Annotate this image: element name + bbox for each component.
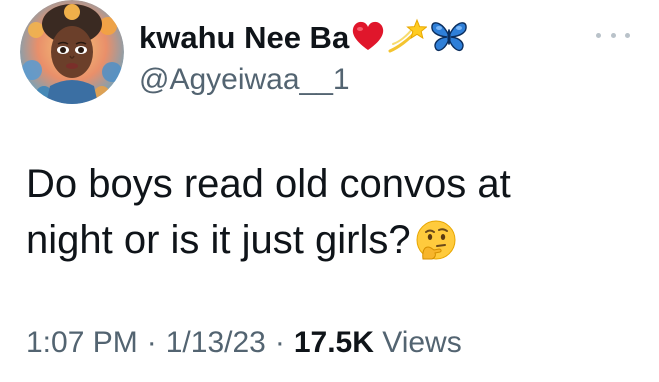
- more-options-icon-dot: [625, 32, 630, 38]
- display-name[interactable]: kwahu Nee Ba: [139, 16, 349, 60]
- tweet-text: Do boys read old convos at night or is i…: [26, 156, 626, 276]
- meta-separator: ·: [146, 326, 157, 359]
- views-count[interactable]: 17.5K: [294, 326, 374, 359]
- tweet-meta: 1:07 PM · 1/13/23 · 17.5K Views: [26, 323, 462, 363]
- more-options-button[interactable]: [596, 26, 630, 44]
- heart-emoji: [351, 20, 385, 57]
- tweet-date[interactable]: 1/13/23: [166, 326, 266, 359]
- tweet-time[interactable]: 1:07 PM: [26, 326, 138, 359]
- tweet-text-line-2: night or is it just girls?: [26, 218, 411, 262]
- user-handle[interactable]: @Agyeiwaa__1: [139, 62, 350, 98]
- avatar-illustration: [20, 0, 124, 104]
- meta-separator: ·: [274, 326, 285, 359]
- views-label[interactable]: Views: [382, 326, 461, 359]
- display-name-row[interactable]: kwahu Nee Ba: [139, 16, 469, 60]
- tweet-card: kwahu Nee Ba @Agyeiwaa__1 Do boys read o…: [0, 0, 659, 382]
- more-options-icon: [596, 32, 601, 38]
- thinking-face-emoji: [415, 219, 457, 276]
- avatar[interactable]: [20, 0, 124, 104]
- tweet-text-line-2-wrapper: night or is it just girls?: [26, 212, 626, 276]
- more-options-icon-dot: [610, 32, 616, 38]
- tweet-text-line-1: Do boys read old convos at: [26, 162, 511, 206]
- dizzy-star-emoji: [387, 18, 428, 59]
- butterfly-emoji: [429, 18, 469, 59]
